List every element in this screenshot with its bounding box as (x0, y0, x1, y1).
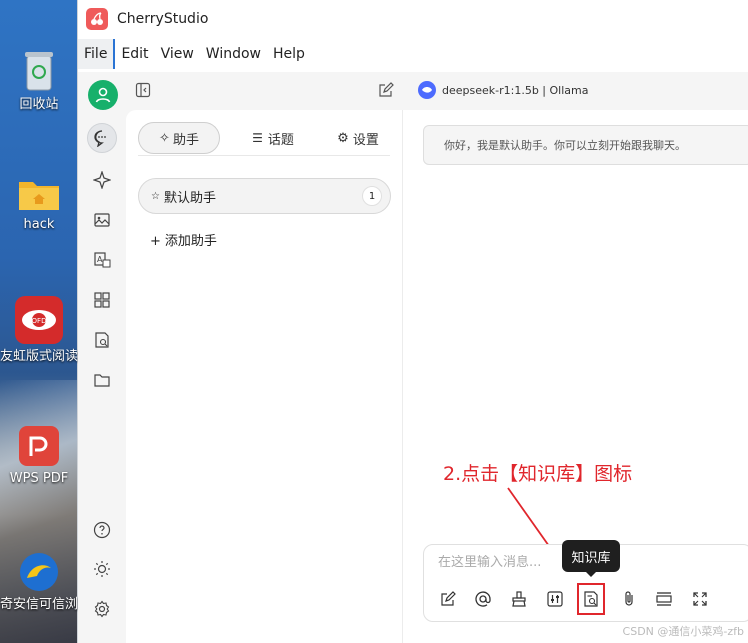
deepseek-logo-icon (418, 81, 436, 99)
apps-grid-icon (94, 292, 110, 308)
window-title: CherryStudio (117, 11, 209, 27)
menu-view[interactable]: View (155, 39, 200, 69)
desktop-wps-pdf[interactable]: WPS PDF (0, 426, 78, 488)
list-icon: ☰ (252, 131, 263, 145)
assistants-panel: ✧ 助手 ☰ 话题 ⚙ 设置 ☆ 默认助手 1 + 添加助手 (126, 110, 403, 643)
sidebar-toggle-icon (135, 82, 151, 98)
svg-text:OFD: OFD (32, 317, 47, 325)
desktop: 回收站 hack OFD 友虹版式阅读器 WPS PDF 奇安信可信浏览器 (0, 0, 78, 643)
topic-count-badge: 1 (362, 186, 382, 206)
sun-icon (94, 561, 110, 577)
cherrystudio-window: CherryStudio File Edit View Window Help … (77, 0, 748, 643)
star-icon: ☆ (151, 190, 160, 202)
rail-help[interactable] (87, 515, 117, 545)
edit-topic-button[interactable] (376, 80, 396, 100)
recycle-bin-icon (21, 48, 57, 92)
clear-button[interactable] (507, 587, 531, 611)
mention-icon (475, 591, 491, 607)
knowledge-icon (95, 332, 109, 348)
fullscreen-button[interactable] (688, 587, 712, 611)
clear-icon (512, 591, 526, 607)
rail-files[interactable] (87, 365, 117, 395)
rail-apps[interactable] (87, 285, 117, 315)
folder-icon (17, 176, 61, 212)
mention-button[interactable] (471, 587, 495, 611)
assistant-label: 默认助手 (163, 190, 216, 206)
rail-agents[interactable] (87, 165, 117, 195)
tab-topics[interactable]: ☰ 话题 (238, 122, 308, 154)
fullscreen-icon (693, 592, 707, 606)
rail-settings[interactable] (87, 594, 117, 624)
svg-text:A: A (97, 255, 103, 264)
watermark: CSDN @通信小菜鸡-zfb (622, 625, 744, 638)
ofd-reader-icon: OFD (15, 296, 63, 344)
app-header: deepseek-r1:1.5b | Ollama (78, 72, 748, 110)
menu-window[interactable]: Window (200, 39, 267, 69)
rail-knowledge[interactable] (87, 325, 117, 355)
chat-icon (94, 130, 106, 147)
chat-area: 你好，我是默认助手。你可以立刻开始跟我聊天。 2.点击【知识库】图标 在这里输入… (403, 110, 748, 643)
menubar: File Edit View Window Help (78, 38, 748, 70)
titlebar: CherryStudio (78, 0, 748, 38)
desktop-folder-hack[interactable]: hack (0, 176, 78, 234)
divider-icon (656, 592, 672, 606)
user-icon (95, 87, 111, 103)
knowledge-base-button[interactable] (577, 583, 605, 615)
rail-translate[interactable]: A (87, 245, 117, 275)
settings-sliders-icon (547, 591, 563, 607)
model-name: deepseek-r1:1.5b | Ollama (442, 83, 589, 97)
browser-icon (19, 552, 59, 592)
menu-edit[interactable]: Edit (115, 39, 154, 69)
menu-help[interactable]: Help (267, 39, 311, 69)
desktop-ofd-reader[interactable]: OFD 友虹版式阅读器 (0, 296, 78, 366)
rail-theme[interactable] (87, 554, 117, 584)
desktop-recycle-bin[interactable]: 回收站 (0, 48, 78, 114)
gear-icon: ⚙ (337, 130, 349, 146)
new-topic-icon (441, 591, 456, 606)
toggle-sidebar-button[interactable] (133, 80, 153, 100)
sparkle-icon: ✧ (159, 130, 170, 146)
panel-tabs: ✧ 助手 ☰ 话题 ⚙ 设置 (138, 122, 390, 156)
sparkle-icon (93, 171, 111, 189)
rail-chat[interactable] (87, 123, 117, 153)
translate-icon: A (94, 252, 111, 268)
help-icon (93, 521, 111, 539)
attachment-button[interactable] (617, 587, 641, 611)
image-icon (94, 213, 110, 227)
edit-icon (379, 82, 394, 97)
plus-icon: + (150, 234, 161, 249)
tab-settings[interactable]: ⚙ 设置 (323, 122, 393, 154)
divider-button[interactable] (652, 587, 676, 611)
menu-file[interactable]: File (78, 39, 116, 69)
tab-assistants[interactable]: ✧ 助手 (138, 122, 220, 154)
left-rail: A (78, 110, 126, 643)
cherry-logo-icon (86, 8, 108, 30)
gear-icon (94, 600, 110, 618)
rail-paintings[interactable] (87, 205, 117, 235)
app-body: deepseek-r1:1.5b | Ollama A ✧ 助手 ☰ 话题 ⚙ … (78, 72, 748, 643)
settings-sliders-button[interactable] (543, 587, 567, 611)
assistant-item-default[interactable]: ☆ 默认助手 1 (138, 178, 391, 214)
model-selector[interactable]: deepseek-r1:1.5b | Ollama (418, 81, 588, 99)
avatar[interactable] (88, 80, 118, 110)
wps-pdf-icon (19, 426, 59, 466)
new-topic-button[interactable] (436, 587, 460, 611)
knowledge-base-icon (584, 591, 598, 607)
desktop-browser[interactable]: 奇安信可信浏览器 (0, 552, 78, 614)
add-assistant-button[interactable]: + 添加助手 (150, 230, 217, 249)
attachment-icon (625, 591, 633, 606)
folder-icon (94, 374, 110, 387)
knowledge-base-tooltip: 知识库 (562, 540, 620, 577)
